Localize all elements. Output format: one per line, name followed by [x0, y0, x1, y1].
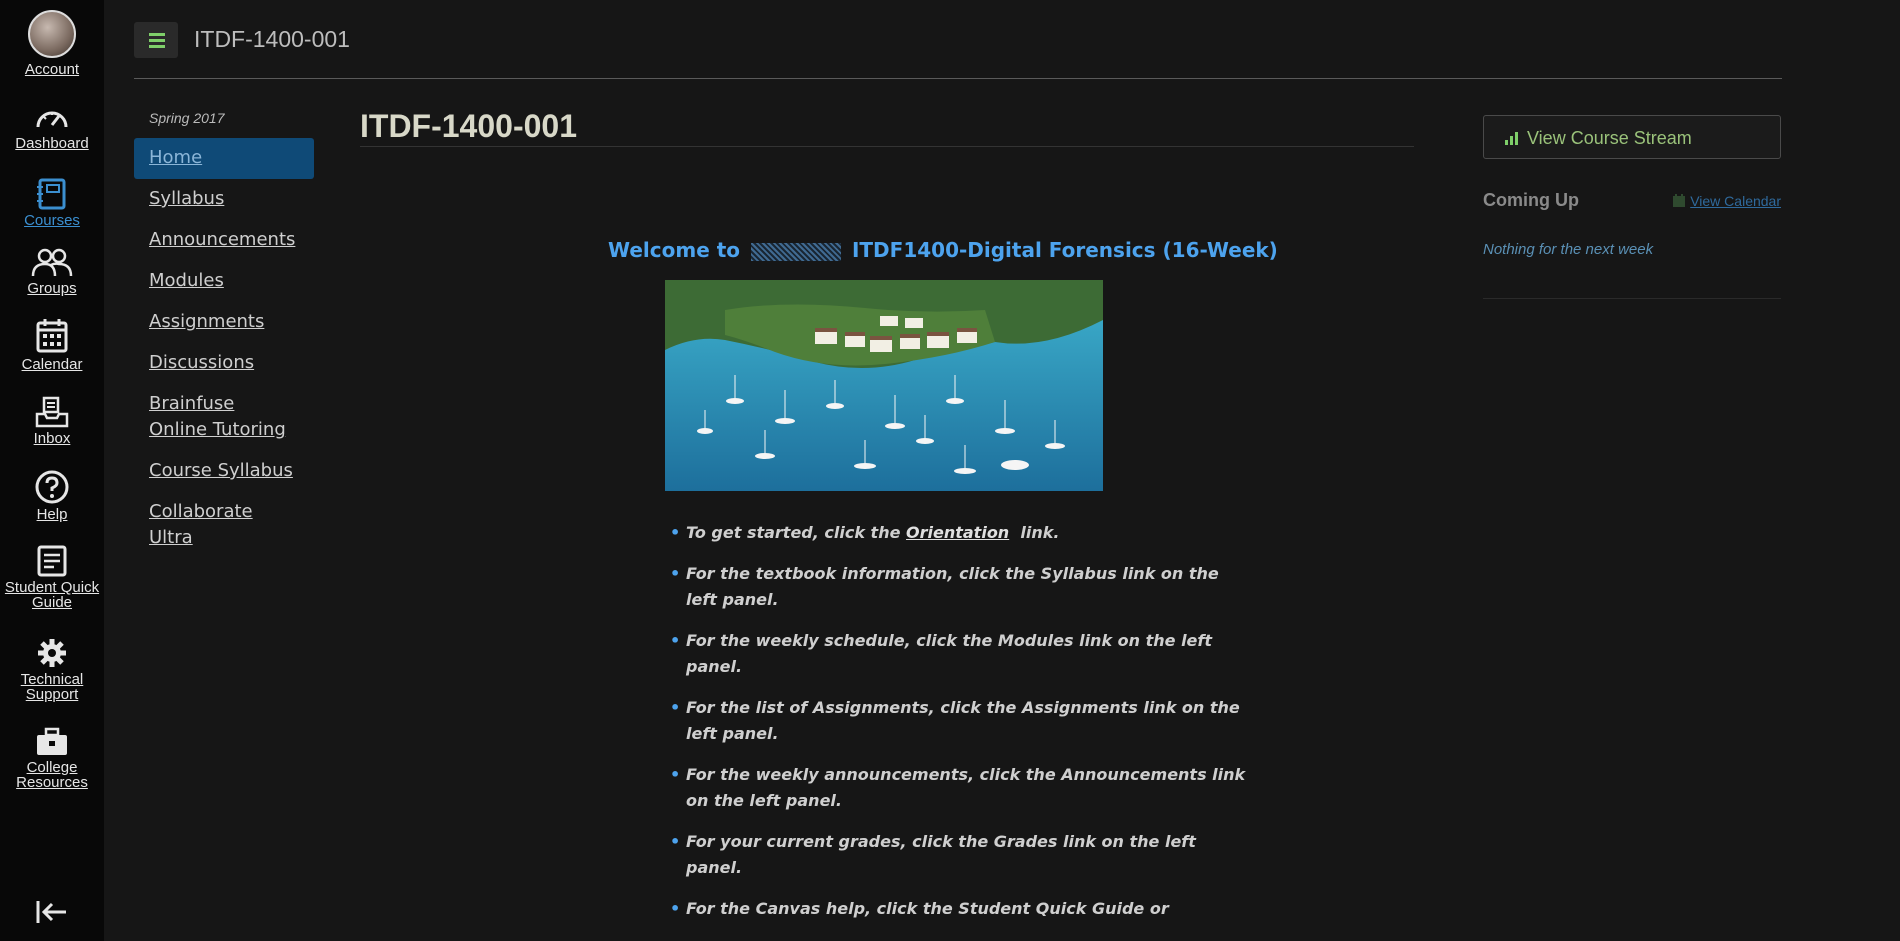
- help-icon: [35, 470, 69, 504]
- global-nav-calendar[interactable]: Calendar: [0, 318, 104, 372]
- no-upcoming-text: Nothing for the next week: [1483, 241, 1654, 258]
- welcome-prefix: Welcome to: [608, 238, 741, 262]
- view-course-stream-button[interactable]: View Course Stream: [1483, 115, 1781, 159]
- calendar-icon: [36, 319, 68, 353]
- global-nav: Account Dashboard Courses Groups Calenda…: [0, 0, 104, 941]
- bar-chart-icon: [1505, 132, 1518, 145]
- title-divider: [360, 146, 1414, 147]
- view-course-stream-label: View Course Stream: [1527, 128, 1692, 148]
- speedometer-icon: [36, 111, 68, 128]
- getting-started-list: To get started, click the Orientation li…: [664, 520, 1246, 937]
- global-nav-help[interactable]: Help: [0, 470, 104, 522]
- global-nav-account[interactable]: Account: [0, 10, 104, 77]
- list-item: To get started, click the Orientation li…: [670, 520, 1246, 546]
- course-nav-syllabus[interactable]: Syllabus: [134, 179, 314, 220]
- course-nav-home[interactable]: Home: [134, 138, 314, 179]
- global-nav-student-quick-guide[interactable]: Student Quick Guide: [0, 545, 104, 610]
- course-nav-course-syllabus[interactable]: Course Syllabus: [134, 451, 314, 492]
- course-nav-brainfuse[interactable]: Brainfuse Online Tutoring: [134, 384, 304, 451]
- list-item: For the list of Assignments, click the A…: [670, 695, 1246, 747]
- users-icon: [31, 248, 73, 277]
- global-nav-inbox[interactable]: Inbox: [0, 396, 104, 446]
- course-nav-collaborate-ultra[interactable]: Collaborate Ultra: [134, 492, 314, 559]
- course-header: ITDF-1400-001: [134, 20, 1782, 79]
- main-area: ITDF-1400-001 Spring 2017 Home Syllabus …: [104, 0, 1900, 941]
- orientation-link[interactable]: Orientation: [906, 523, 1009, 542]
- global-nav-courses[interactable]: Courses: [0, 178, 104, 228]
- course-menu-toggle[interactable]: [134, 22, 178, 58]
- book-icon: [37, 178, 66, 210]
- harbor-photo: [665, 280, 1103, 491]
- document-icon: [37, 545, 67, 577]
- hamburger-icon: [149, 33, 165, 48]
- coming-up-panel: Coming Up View Calendar Nothing for the …: [1483, 190, 1781, 258]
- avatar: [28, 10, 76, 58]
- course-nav-assignments[interactable]: Assignments: [134, 302, 314, 343]
- briefcase-icon: [37, 727, 67, 755]
- list-item: For the textbook information, click the …: [670, 561, 1246, 613]
- global-nav-dashboard[interactable]: Dashboard: [0, 103, 104, 151]
- coming-up-divider: [1483, 298, 1781, 299]
- inbox-icon: [35, 396, 69, 428]
- page-title: ITDF-1400-001: [360, 108, 577, 144]
- course-nav-discussions[interactable]: Discussions: [134, 343, 314, 384]
- list-item: For the weekly announcements, click the …: [670, 762, 1246, 814]
- list-item: For your current grades, click the Grade…: [670, 829, 1246, 881]
- global-nav-college-resources[interactable]: College Resources: [0, 727, 104, 790]
- course-nav-announcements[interactable]: Announcements: [134, 220, 314, 261]
- course-nav: Spring 2017 Home Syllabus Announcements …: [134, 100, 314, 559]
- global-nav-technical-support[interactable]: Technical Support: [0, 637, 104, 702]
- calendar-icon: [1673, 194, 1686, 207]
- list-item: For the weekly schedule, click the Modul…: [670, 628, 1246, 680]
- redacted-name: [751, 242, 841, 261]
- global-nav-groups[interactable]: Groups: [0, 248, 104, 296]
- breadcrumb[interactable]: ITDF-1400-001: [194, 26, 350, 53]
- course-nav-modules[interactable]: Modules: [134, 261, 314, 302]
- gear-icon: [38, 639, 66, 667]
- view-calendar-link[interactable]: View Calendar: [1672, 193, 1781, 209]
- course-banner-image: [665, 280, 1103, 491]
- list-item: For the Canvas help, click the Student Q…: [670, 896, 1246, 922]
- collapse-nav-icon[interactable]: [36, 899, 68, 925]
- welcome-suffix: ITDF1400-Digital Forensics (16-Week): [851, 238, 1278, 262]
- welcome-heading: Welcome to ITDF1400-Digital Forensics (1…: [608, 238, 1278, 262]
- term-label: Spring 2017: [149, 110, 225, 126]
